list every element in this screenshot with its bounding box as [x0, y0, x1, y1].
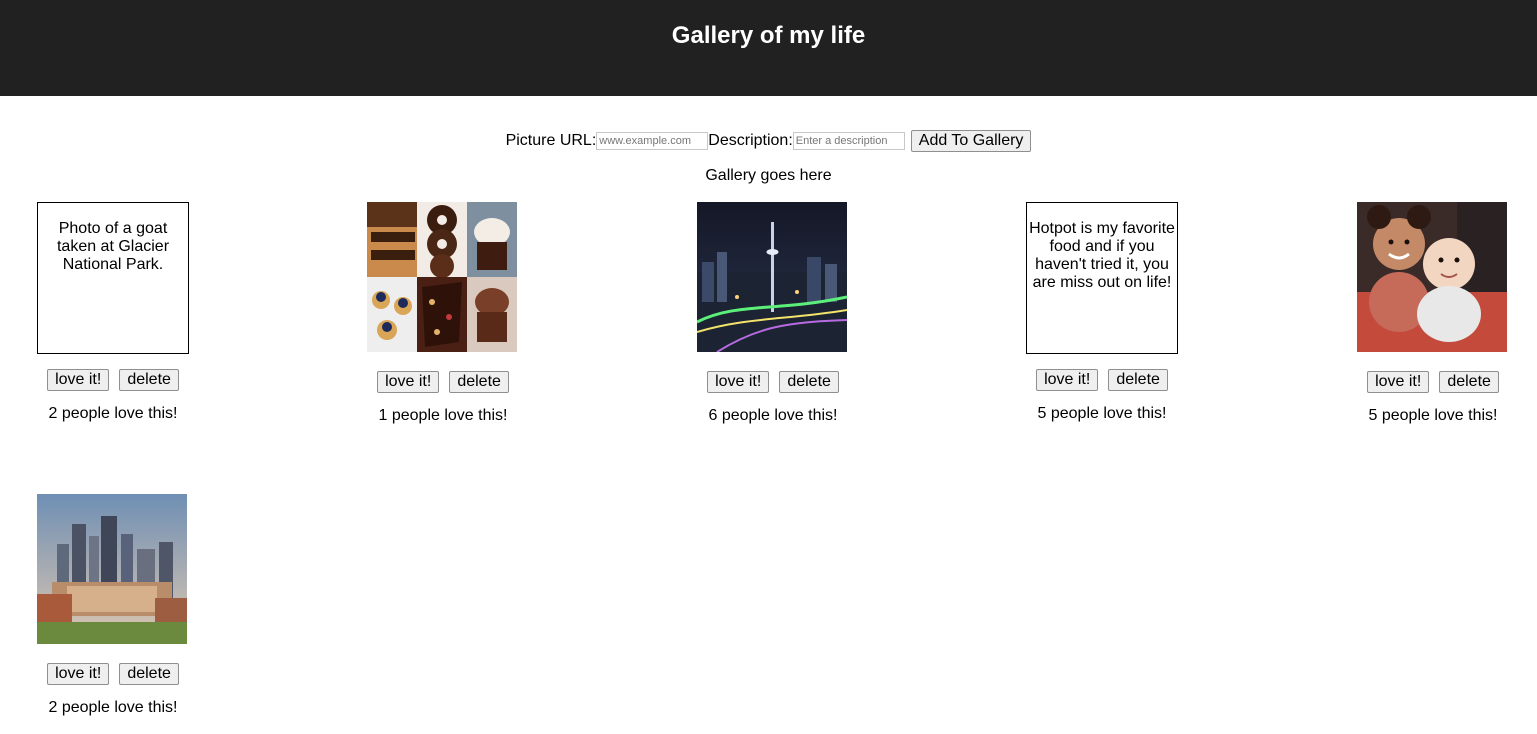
- love-count: 1 people love this!: [378, 407, 508, 424]
- city-skyline-image: [37, 494, 187, 644]
- gallery-card: love it! delete 6 people love this!: [697, 202, 849, 425]
- gallery-card: Photo of a goat taken at Glacier Nationa…: [37, 202, 189, 423]
- picture-url-input[interactable]: [596, 132, 709, 150]
- love-count: 6 people love this!: [708, 407, 838, 424]
- gallery-card: love it! delete 2 people love this!: [37, 494, 189, 717]
- delete-button[interactable]: delete: [119, 663, 179, 685]
- gallery-card: love it! delete 1 people love this!: [367, 202, 519, 425]
- delete-button[interactable]: delete: [449, 371, 509, 393]
- delete-button[interactable]: delete: [1108, 369, 1168, 391]
- love-button[interactable]: love it!: [47, 369, 110, 391]
- delete-button[interactable]: delete: [119, 369, 179, 391]
- children-photo-image: [1357, 202, 1507, 352]
- page-title: Gallery of my life: [671, 22, 866, 49]
- delete-button[interactable]: delete: [779, 371, 839, 393]
- desserts-collage-image: [367, 202, 517, 352]
- love-count: 5 people love this!: [1368, 407, 1498, 424]
- description-box: Photo of a goat taken at Glacier Nationa…: [37, 202, 189, 354]
- page-header: Gallery of my life: [0, 0, 1537, 96]
- description-label: Description:: [708, 132, 793, 149]
- gallery-card: Hotpot is my favorite food and if you ha…: [1026, 202, 1178, 423]
- love-button[interactable]: love it!: [47, 663, 110, 685]
- love-button[interactable]: love it!: [707, 371, 770, 393]
- gallery-card: love it! delete 5 people love this!: [1357, 202, 1509, 425]
- delete-button[interactable]: delete: [1439, 371, 1499, 393]
- gallery-heading: Gallery goes here: [705, 167, 832, 184]
- add-picture-form: Picture URL: Description: Add To Gallery: [0, 130, 1537, 152]
- love-button[interactable]: love it!: [1036, 369, 1099, 391]
- description-input[interactable]: [792, 132, 905, 150]
- night-city-tower-image: [697, 202, 847, 352]
- description-box: Hotpot is my favorite food and if you ha…: [1026, 202, 1178, 354]
- love-count: 5 people love this!: [1037, 405, 1167, 422]
- add-to-gallery-button[interactable]: Add To Gallery: [910, 130, 1032, 152]
- love-count: 2 people love this!: [48, 699, 178, 716]
- love-button[interactable]: love it!: [377, 371, 440, 393]
- url-label: Picture URL:: [505, 132, 597, 149]
- love-count: 2 people love this!: [48, 405, 178, 422]
- love-button[interactable]: love it!: [1367, 371, 1430, 393]
